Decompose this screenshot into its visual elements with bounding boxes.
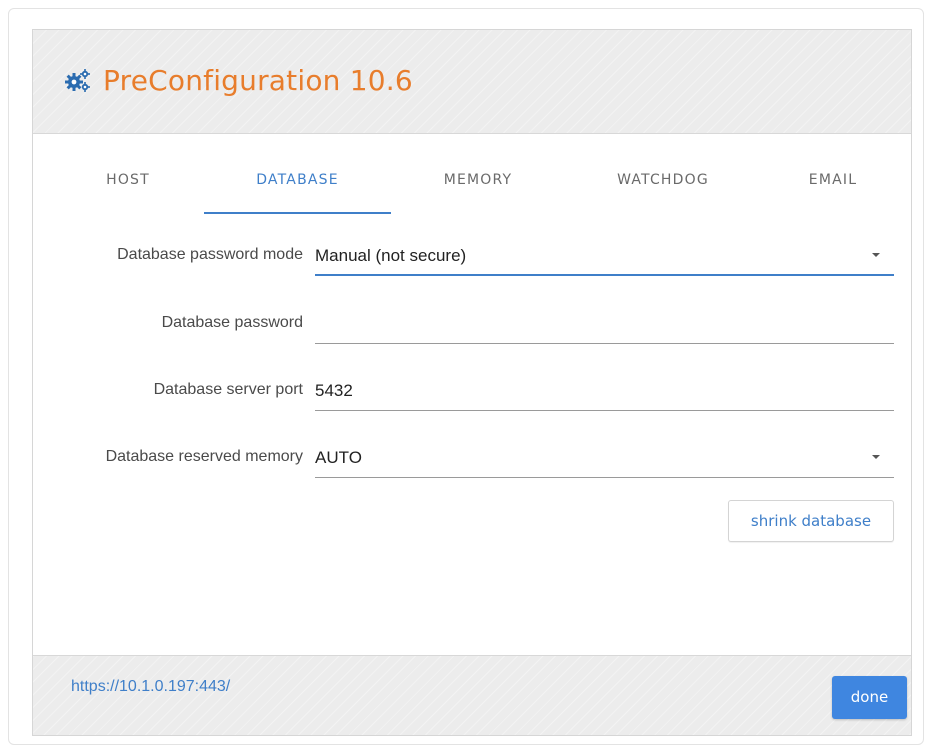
- server-url-link[interactable]: https://10.1.0.197:443/: [71, 678, 230, 696]
- reserved-memory-label: Database reserved memory: [105, 448, 303, 465]
- tab-email[interactable]: EMAIL: [778, 172, 888, 214]
- tab-bar: HOST DATABASE MEMORY WATCHDOG EMAIL: [33, 134, 911, 214]
- tab-database[interactable]: DATABASE: [204, 172, 391, 214]
- tab-memory[interactable]: MEMORY: [413, 172, 543, 214]
- server-port-value: 5432: [315, 381, 353, 400]
- page-title: PreConfiguration 10.6: [103, 64, 413, 97]
- password-mode-value: Manual (not secure): [315, 246, 467, 265]
- server-port-label: Database server port: [153, 381, 303, 398]
- gears-icon: [65, 69, 90, 92]
- password-input[interactable]: [315, 306, 894, 344]
- dialog-footer: https://10.1.0.197:443/ done: [33, 655, 911, 735]
- password-row: Database password: [33, 306, 911, 346]
- preconfiguration-dialog: PreConfiguration 10.6 HOST DATABASE MEMO…: [32, 29, 912, 736]
- tab-watchdog[interactable]: WATCHDOG: [593, 172, 733, 214]
- dropdown-caret-icon: [872, 253, 880, 257]
- server-port-row: Database server port 5432: [33, 373, 911, 413]
- server-port-input[interactable]: 5432: [315, 373, 894, 411]
- done-button[interactable]: done: [832, 676, 907, 719]
- tab-host[interactable]: HOST: [73, 172, 183, 214]
- dialog-header: PreConfiguration 10.6: [33, 30, 911, 134]
- shrink-database-button[interactable]: shrink database: [728, 500, 894, 542]
- password-mode-label: Database password mode: [117, 246, 303, 263]
- reserved-memory-row: Database reserved memory AUTO: [33, 440, 911, 480]
- dropdown-caret-icon: [872, 455, 880, 459]
- password-mode-row: Database password mode Manual (not secur…: [33, 238, 911, 278]
- reserved-memory-value: AUTO: [315, 448, 362, 467]
- password-label: Database password: [161, 314, 303, 331]
- outer-frame: PreConfiguration 10.6 HOST DATABASE MEMO…: [8, 8, 924, 745]
- reserved-memory-select[interactable]: AUTO: [315, 440, 894, 478]
- password-mode-select[interactable]: Manual (not secure): [315, 238, 894, 276]
